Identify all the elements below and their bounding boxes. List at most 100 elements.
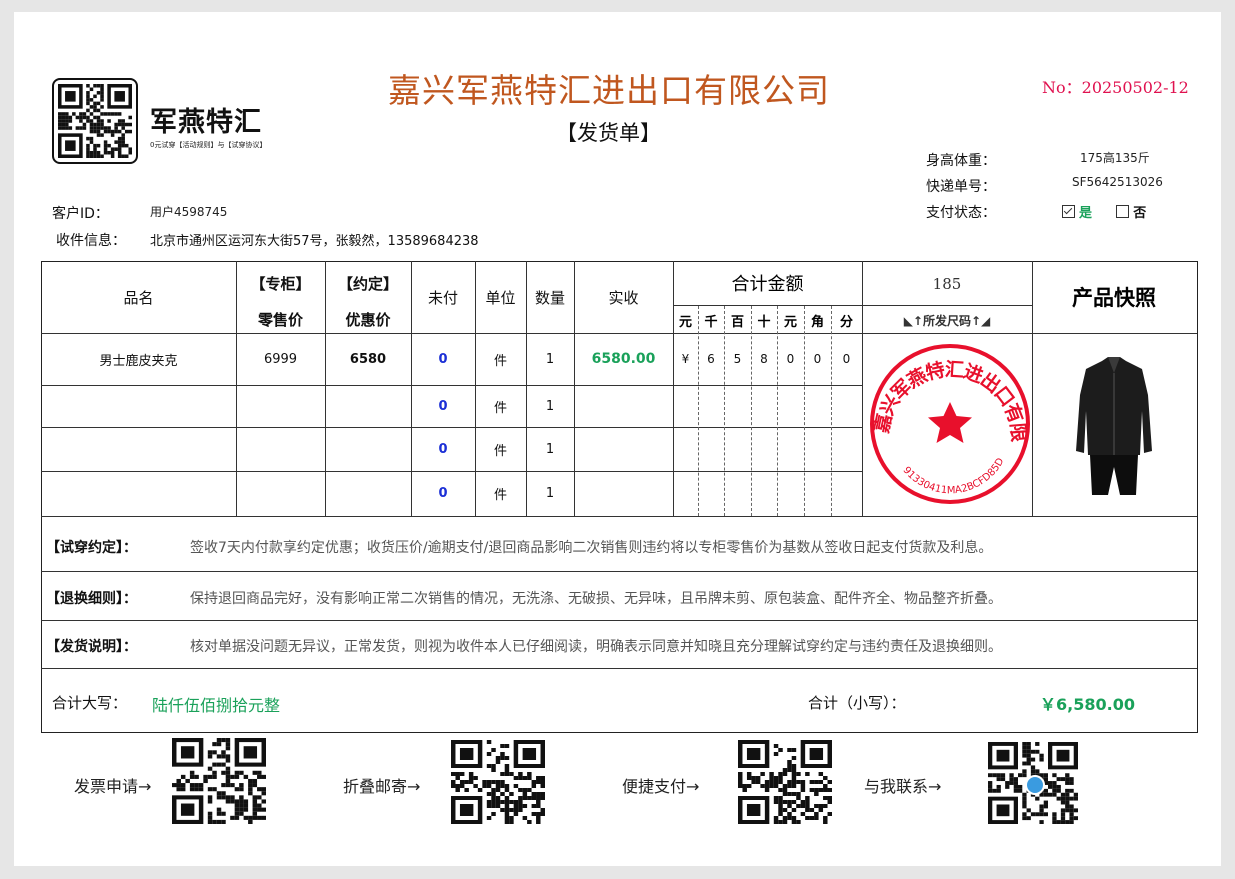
fold-mail-link[interactable]: 折叠邮寄→ bbox=[343, 773, 420, 797]
cell-digit bbox=[831, 385, 862, 427]
document-title: 【发货单】 bbox=[556, 121, 661, 145]
cell-name bbox=[41, 427, 236, 471]
cell-digit bbox=[804, 427, 831, 471]
cell-digit: 0 bbox=[813, 352, 822, 366]
quick-pay-link[interactable]: 便捷支付→ bbox=[622, 773, 699, 797]
tracking-label: 快递单号： bbox=[926, 179, 996, 195]
chat-icon bbox=[1025, 775, 1045, 795]
cell-unit: 件 bbox=[493, 353, 507, 369]
cell-name bbox=[41, 471, 236, 516]
col-header-retail-top: 【专柜】 bbox=[250, 274, 311, 293]
cell-digit bbox=[751, 427, 777, 471]
address-label: 收件信息： bbox=[56, 233, 126, 249]
cell-digit bbox=[777, 471, 804, 516]
cell-digit bbox=[698, 427, 724, 471]
customer-id-value: 用户4598745 bbox=[150, 205, 228, 219]
brand-name: 军燕特汇 bbox=[150, 107, 262, 138]
cell-unpaid: 0 bbox=[438, 351, 448, 367]
pay-no-checkbox[interactable] bbox=[1116, 205, 1130, 218]
pay-status-options: 是 否 bbox=[1062, 202, 1146, 221]
cell-unpaid: 0 bbox=[438, 486, 448, 501]
cell-digit bbox=[751, 471, 777, 516]
cell-digit bbox=[673, 385, 698, 427]
cell-digit bbox=[831, 471, 862, 516]
contact-qr-code[interactable] bbox=[988, 742, 1078, 824]
cell-name bbox=[41, 385, 236, 427]
cell-unpaid: 0 bbox=[438, 441, 448, 457]
cell-retail-price bbox=[236, 427, 325, 471]
cell-retail-price: 6999 bbox=[263, 351, 298, 367]
digit-header: 分 bbox=[839, 314, 853, 330]
col-header-unit: 单位 bbox=[485, 288, 516, 307]
cell-digit bbox=[673, 427, 698, 471]
size-value: 185 bbox=[932, 275, 962, 293]
fold-mail-qr-code[interactable] bbox=[451, 740, 545, 824]
cell-digit bbox=[724, 427, 751, 471]
cell-digit: ¥ bbox=[681, 352, 690, 366]
product-photo bbox=[1072, 355, 1156, 497]
address-value: 北京市通州区运河东大街57号，张毅然，13589684238 bbox=[150, 234, 479, 249]
cell-digit bbox=[698, 385, 724, 427]
cell-received: 6580.00 bbox=[591, 351, 656, 367]
cell-promo-price bbox=[325, 471, 411, 516]
cell-digit bbox=[804, 471, 831, 516]
terms-return-text: 保持退回商品完好，没有影响正常二次销售的情况，无洗涤、无破损、无异味，且吊牌未剪… bbox=[190, 591, 1002, 607]
cell-unpaid: 0 bbox=[438, 398, 448, 414]
height-weight-label: 身高体重： bbox=[926, 153, 996, 169]
terms-trial-text: 签收7天内付款享约定优惠；收货压价/逾期支付/退回商品影响二次销售则违约将以专柜… bbox=[190, 540, 993, 556]
pay-status-label: 支付状态： bbox=[926, 205, 996, 221]
pay-no-label: 否 bbox=[1133, 206, 1147, 221]
invoice-request-link[interactable]: 发票申请→ bbox=[74, 773, 151, 797]
col-header-qty: 数量 bbox=[534, 288, 565, 307]
cell-qty: 1 bbox=[545, 351, 555, 367]
cell-digit bbox=[673, 471, 698, 516]
cell-digit: 0 bbox=[786, 352, 795, 366]
digit-header: 元 bbox=[678, 314, 692, 330]
cell-qty: 1 bbox=[545, 441, 555, 457]
customer-id-label: 客户ID： bbox=[52, 206, 109, 222]
col-header-total: 合计金额 bbox=[731, 274, 804, 295]
cell-digit bbox=[751, 385, 777, 427]
col-header-retail-bot: 零售价 bbox=[257, 310, 303, 329]
cell-digit bbox=[724, 385, 751, 427]
contact-me-link[interactable]: 与我联系→ bbox=[864, 773, 941, 797]
digit-header: 角 bbox=[810, 314, 824, 330]
tracking-value: SF5642513026 bbox=[1072, 175, 1163, 189]
terms-return-label: 【退换细则】： bbox=[46, 591, 137, 607]
pay-yes-checkbox[interactable] bbox=[1062, 205, 1075, 218]
cell-qty: 1 bbox=[545, 486, 555, 501]
col-header-unpaid: 未付 bbox=[427, 288, 458, 307]
pay-yes-label: 是 bbox=[1079, 206, 1093, 221]
cell-unit: 件 bbox=[493, 443, 507, 459]
cell-unit: 件 bbox=[493, 400, 507, 416]
cell-digit: 8 bbox=[760, 352, 768, 366]
col-header-promo-top: 【约定】 bbox=[337, 274, 398, 293]
cell-promo-price: 6580 bbox=[349, 351, 387, 367]
col-header-name: 品名 bbox=[123, 288, 154, 307]
cell-digit: 6 bbox=[707, 352, 715, 366]
cell-digit bbox=[724, 471, 751, 516]
cell-digit bbox=[777, 427, 804, 471]
brand-qr-code bbox=[52, 78, 138, 164]
product-photo-header: 产品快照 bbox=[1072, 285, 1156, 310]
total-lower-value: ￥6,580.00 bbox=[1040, 695, 1135, 714]
document-number: No：20250502-12 bbox=[1042, 78, 1189, 97]
size-label: ◣↑所发尺码↑◢ bbox=[903, 313, 991, 328]
cell-retail-price bbox=[236, 385, 325, 427]
quick-pay-qr-code[interactable] bbox=[738, 740, 832, 824]
terms-shipping-label: 【发货说明】： bbox=[46, 639, 137, 655]
brand-tagline: 0元试穿【活动规则】与【试穿协议】 bbox=[150, 141, 267, 149]
col-header-promo-bot: 优惠价 bbox=[345, 310, 391, 329]
company-stamp: 嘉兴军燕特汇进出口有限公司 91330411MA2BCFD85D bbox=[858, 321, 1032, 512]
height-weight-value: 175高135斤 bbox=[1080, 151, 1150, 165]
total-lower-label: 合计（小写）： bbox=[808, 694, 906, 712]
cell-name: 男士鹿皮夹克 bbox=[99, 353, 178, 369]
cell-promo-price bbox=[325, 385, 411, 427]
invoice-qr-code[interactable] bbox=[172, 738, 266, 824]
cell-digit bbox=[831, 427, 862, 471]
cell-qty: 1 bbox=[545, 398, 555, 414]
total-upper-value: 陆仟伍佰捌拾元整 bbox=[152, 696, 281, 715]
cell-digit bbox=[777, 385, 804, 427]
digit-header: 元 bbox=[783, 314, 797, 330]
company-title: 嘉兴军燕特汇进出口有限公司 bbox=[388, 71, 830, 110]
